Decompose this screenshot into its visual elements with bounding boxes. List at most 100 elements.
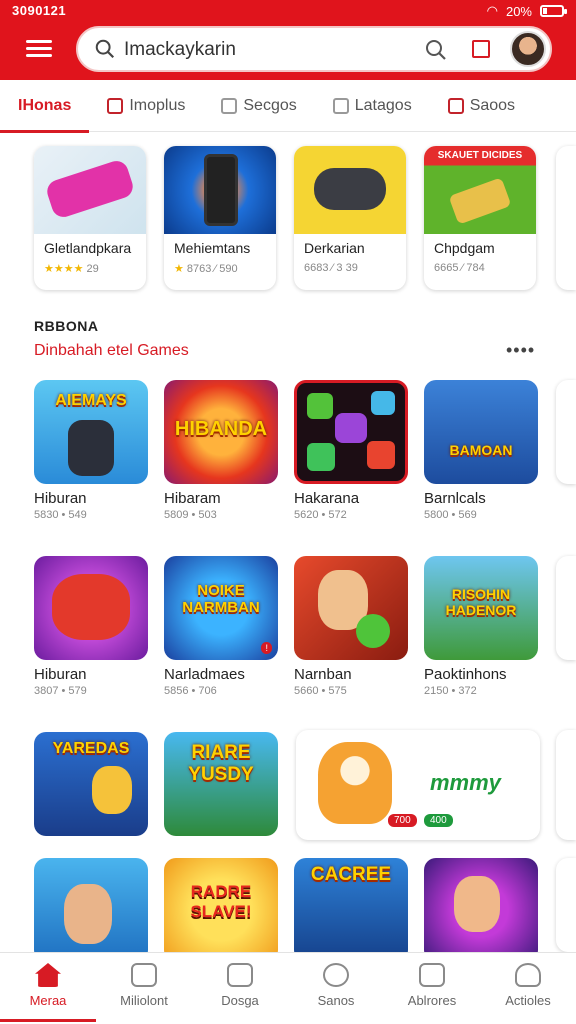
- tab-label: Latagos: [354, 97, 412, 114]
- featured-card[interactable]: Gletlandpkara ★★★★ 29: [34, 146, 146, 290]
- tab-label: Imoplus: [129, 97, 186, 114]
- avatar[interactable]: [510, 31, 546, 67]
- battery-fill: [543, 8, 547, 14]
- featured-name: Chpdgam: [434, 240, 495, 256]
- game-name: Paoktinhons: [424, 666, 507, 683]
- game-name: Hiburan: [34, 490, 87, 507]
- game-card[interactable]: NOIKE NARMBAN! Narladmaes 5856 • 706: [164, 556, 278, 697]
- banner-card-partial[interactable]: [556, 730, 576, 840]
- search-submit-icon[interactable]: [424, 38, 448, 62]
- game-card[interactable]: Narnban 5660 • 575: [294, 556, 408, 697]
- tab-secgos[interactable]: Secgos: [203, 80, 314, 132]
- featured-name: Mehiemtans: [174, 240, 251, 256]
- game-art: [34, 556, 148, 660]
- nav-label: Sanos: [317, 993, 355, 1008]
- banner-brand: mmmy: [430, 770, 501, 795]
- game-card[interactable]: HIBANDA Hibaram 5809 • 503: [164, 380, 278, 521]
- bottom-navigation: Meraa Miliolont Dosga Sanos Ablrores Act…: [0, 952, 576, 1024]
- featured-card-partial[interactable]: [556, 146, 576, 290]
- game-card[interactable]: [34, 858, 148, 962]
- tab-latagos[interactable]: Latagos: [315, 80, 430, 132]
- game-art: RIARE YUSDY: [164, 732, 278, 836]
- category-tabs: IHonas Imoplus Secgos Latagos Saoos: [0, 80, 576, 133]
- game-card[interactable]: Hiburan 3807 • 579: [34, 556, 148, 697]
- game-name: Hakarana: [294, 490, 360, 507]
- cast-icon[interactable]: [472, 40, 490, 58]
- section-title: Dinbahah etel Games: [34, 342, 189, 359]
- game-card[interactable]: YAREDAS: [34, 732, 148, 836]
- controller-pink-icon: [34, 146, 146, 234]
- menu-icon[interactable]: [22, 36, 56, 64]
- status-icons: ◠ 20%: [486, 3, 567, 19]
- featured-banner-card[interactable]: mmmy 700 400: [296, 730, 540, 840]
- search-icon: [323, 963, 349, 987]
- game-card[interactable]: BAMOAN Barnlcals 5800 • 569: [424, 380, 538, 521]
- nav-label: Ablrores: [407, 993, 457, 1008]
- tab-imoplus[interactable]: Imoplus: [89, 80, 203, 132]
- game-card[interactable]: RADRE SLAVE!: [164, 858, 278, 962]
- nav-label: Dosga: [221, 993, 259, 1008]
- game-name: Narnban: [294, 666, 352, 683]
- game-meta: 2150 • 372: [424, 685, 477, 697]
- game-card[interactable]: AIEMAYS Hiburan 5830 • 549: [34, 380, 148, 521]
- bag-icon: [227, 963, 253, 987]
- nav-label: Meraa: [29, 993, 67, 1008]
- tab-label: Saoos: [469, 97, 516, 114]
- game-name: Narladmaes: [164, 666, 245, 683]
- search-bar: [76, 26, 552, 72]
- game-card[interactable]: CACREE: [294, 858, 408, 962]
- game-meta: 5660 • 575: [294, 685, 347, 697]
- game-card[interactable]: RIARE YUSDY: [164, 732, 278, 836]
- game-card-partial[interactable]: [556, 858, 576, 952]
- battery-icon: [540, 5, 567, 17]
- nav-dosga[interactable]: Dosga: [192, 953, 288, 1024]
- game-card-partial[interactable]: [556, 380, 576, 484]
- nav-ablrores[interactable]: Ablrores: [384, 953, 480, 1024]
- nav-home[interactable]: Meraa: [0, 953, 96, 1024]
- game-art: CACREE: [294, 858, 408, 962]
- game-meta: 5856 • 706: [164, 685, 217, 697]
- tab-saoos[interactable]: Saoos: [430, 80, 533, 132]
- game-art: AIEMAYS: [34, 380, 148, 484]
- game-meta: 3807 • 579: [34, 685, 87, 697]
- nav-sanos[interactable]: Sanos: [288, 953, 384, 1024]
- game-art-title: AIEMAYS: [55, 392, 127, 409]
- search-input[interactable]: [124, 36, 384, 64]
- game-name: Hibaram: [164, 490, 221, 507]
- game-card[interactable]: [424, 858, 538, 962]
- game-meta: 5809 • 503: [164, 509, 217, 521]
- game-art-title: BAMOAN: [449, 442, 513, 458]
- app-header: 3090121 ◠ 20%: [0, 0, 576, 80]
- mail-icon: [419, 963, 445, 987]
- more-options-icon[interactable]: ••••: [506, 340, 535, 361]
- game-art-title: HIBANDA: [174, 418, 268, 440]
- game-art: [294, 380, 408, 484]
- featured-meta: 6683 ⁄ 3 39: [304, 262, 358, 274]
- game-art: RISOHIN HADENOR: [424, 556, 538, 660]
- nav-label: Actioles: [505, 993, 551, 1008]
- game-meta: 5620 • 572: [294, 509, 347, 521]
- game-art: [34, 858, 148, 962]
- nav-actioles[interactable]: Actioles: [480, 953, 576, 1024]
- rating-stars: ★★★★: [44, 263, 84, 275]
- battery-percent: 20%: [505, 3, 532, 19]
- game-card[interactable]: Hakarana 5620 • 572: [294, 380, 408, 521]
- game-art-title: RIARE YUSDY: [188, 742, 254, 785]
- game-card-partial[interactable]: [556, 556, 576, 660]
- wifi-icon: ◠: [486, 3, 498, 18]
- nav-miliolont[interactable]: Miliolont: [96, 953, 192, 1024]
- game-badge: !: [261, 642, 272, 654]
- featured-card[interactable]: SKAUET DICIDES Chpdgam 6665 ⁄ 784: [424, 146, 536, 290]
- game-card[interactable]: RISOHIN HADENOR Paoktinhons 2150 • 372: [424, 556, 538, 697]
- tab-home[interactable]: IHonas: [0, 80, 90, 133]
- gamepad-icon: [294, 146, 406, 234]
- featured-card[interactable]: Mehiemtans ★ 8763 ⁄ 590: [164, 146, 276, 290]
- game-meta: 5830 • 549: [34, 509, 87, 521]
- featured-name: Gletlandpkara: [44, 240, 132, 256]
- game-art: RADRE SLAVE!: [164, 858, 278, 962]
- game-art-title: RADRE SLAVE!: [190, 882, 252, 921]
- game-art-title: NOIKE NARMBAN: [182, 582, 260, 616]
- book-icon: [221, 98, 238, 114]
- rating-count: 8763 ⁄ 590: [186, 263, 238, 275]
- featured-card[interactable]: Derkarian 6683 ⁄ 3 39: [294, 146, 406, 290]
